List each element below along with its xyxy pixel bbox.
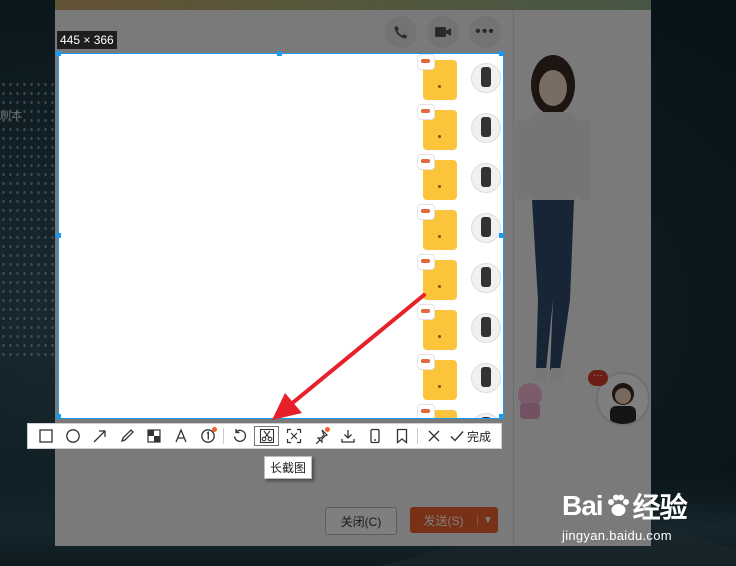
sender-avatar bbox=[471, 113, 501, 143]
rectangle-tool[interactable] bbox=[32, 425, 59, 447]
chat-bubble-indicator: ··· bbox=[588, 370, 608, 386]
done-button[interactable]: 完成 bbox=[449, 428, 491, 445]
resize-handle-left[interactable] bbox=[56, 233, 61, 238]
chat-window-topbar bbox=[55, 0, 651, 10]
resize-handle-bottom[interactable] bbox=[277, 414, 282, 419]
sticker-image bbox=[417, 154, 457, 200]
video-icon bbox=[435, 27, 451, 37]
message-row bbox=[415, 104, 503, 158]
close-icon bbox=[428, 430, 439, 442]
ellipse-tool[interactable] bbox=[59, 425, 86, 447]
logo-text-left: Bai bbox=[562, 490, 604, 521]
arrow-tool[interactable] bbox=[86, 425, 113, 447]
sender-avatar bbox=[471, 263, 501, 293]
message-row bbox=[415, 154, 503, 208]
logo-text-right: 经验 bbox=[632, 492, 688, 523]
download-icon bbox=[340, 430, 355, 443]
message-row bbox=[415, 54, 503, 108]
resize-handle-right[interactable] bbox=[499, 233, 504, 238]
send-button[interactable]: 发送(S) ▼ bbox=[410, 507, 498, 533]
done-label: 完成 bbox=[467, 429, 492, 444]
sender-avatar bbox=[471, 163, 501, 193]
phone-icon bbox=[394, 26, 407, 39]
resize-handle-bottom-left[interactable] bbox=[56, 414, 61, 419]
sticker-image bbox=[417, 254, 457, 300]
undo-tool[interactable] bbox=[226, 425, 253, 447]
more-icon: ••• bbox=[475, 23, 495, 40]
sender-avatar bbox=[471, 363, 501, 393]
sticker-image bbox=[417, 304, 457, 350]
close-chat-button[interactable]: 关闭(C) bbox=[325, 507, 397, 535]
pencil-icon bbox=[120, 429, 134, 443]
sender-avatar bbox=[471, 313, 501, 343]
number-tool[interactable] bbox=[194, 425, 221, 447]
resize-handle-top[interactable] bbox=[277, 51, 282, 56]
message-row bbox=[415, 354, 503, 408]
ocr-tool[interactable] bbox=[280, 425, 307, 447]
long-screenshot-tooltip: 长截图 bbox=[264, 456, 313, 479]
desktop-side-label: 刷本 bbox=[0, 110, 22, 122]
resize-handle-bottom-right[interactable] bbox=[499, 414, 504, 419]
video-call-button[interactable] bbox=[427, 16, 459, 48]
phone-icon bbox=[369, 428, 380, 444]
sticker-image bbox=[417, 54, 457, 100]
screenshot-selection-area[interactable] bbox=[58, 53, 504, 419]
undo-icon bbox=[233, 429, 246, 442]
bookmark-tool[interactable] bbox=[388, 425, 415, 447]
scissors-icon bbox=[259, 428, 274, 444]
watermark-url: jingyan.baidu.com bbox=[562, 528, 672, 543]
voice-call-button[interactable] bbox=[385, 16, 417, 48]
message-row bbox=[415, 204, 503, 258]
sticker-image bbox=[417, 404, 457, 418]
phone-tool[interactable] bbox=[361, 425, 388, 447]
paw-icon bbox=[607, 494, 629, 516]
sender-avatar bbox=[471, 213, 501, 243]
more-button[interactable]: ••• bbox=[469, 16, 501, 48]
selection-size-label: 445 × 366 bbox=[57, 31, 117, 49]
screenshot-toolbar: 完成 bbox=[27, 423, 502, 449]
text-recognition-icon bbox=[286, 428, 301, 444]
mosaic-tool[interactable] bbox=[140, 425, 167, 447]
long-screenshot-tool[interactable] bbox=[253, 425, 280, 447]
message-row bbox=[415, 404, 503, 418]
new-badge bbox=[212, 427, 217, 432]
pen-tool[interactable] bbox=[113, 425, 140, 447]
chevron-down-icon[interactable]: ▼ bbox=[477, 514, 498, 526]
save-tool[interactable] bbox=[334, 425, 361, 447]
sender-avatar bbox=[471, 413, 501, 418]
baidu-jingyan-watermark: Bai 经验 jingyan.baidu.com bbox=[562, 486, 688, 543]
message-row bbox=[415, 304, 503, 358]
rectangle-icon bbox=[38, 429, 53, 443]
message-row bbox=[415, 254, 503, 308]
mosaic-icon bbox=[146, 429, 161, 443]
toolbar-separator bbox=[223, 428, 224, 444]
arrow-icon bbox=[93, 430, 106, 443]
pin-tool[interactable] bbox=[307, 425, 334, 447]
bookmark-icon bbox=[396, 428, 407, 444]
sticker-image bbox=[417, 104, 457, 150]
text-icon bbox=[174, 428, 187, 443]
resize-handle-top-left[interactable] bbox=[56, 51, 61, 56]
toolbar-separator bbox=[417, 428, 418, 444]
baidu-logo: Bai 经验 bbox=[562, 486, 688, 526]
cancel-tool[interactable] bbox=[420, 425, 447, 447]
circle-icon bbox=[65, 429, 80, 443]
sender-avatar bbox=[471, 63, 501, 93]
text-tool[interactable] bbox=[167, 425, 194, 447]
sticker-image bbox=[417, 354, 457, 400]
resize-handle-top-right[interactable] bbox=[499, 51, 504, 56]
sticker-image bbox=[417, 204, 457, 250]
checkmark-icon bbox=[450, 431, 464, 442]
send-button-label: 发送(S) bbox=[423, 513, 464, 528]
new-badge bbox=[325, 427, 330, 432]
